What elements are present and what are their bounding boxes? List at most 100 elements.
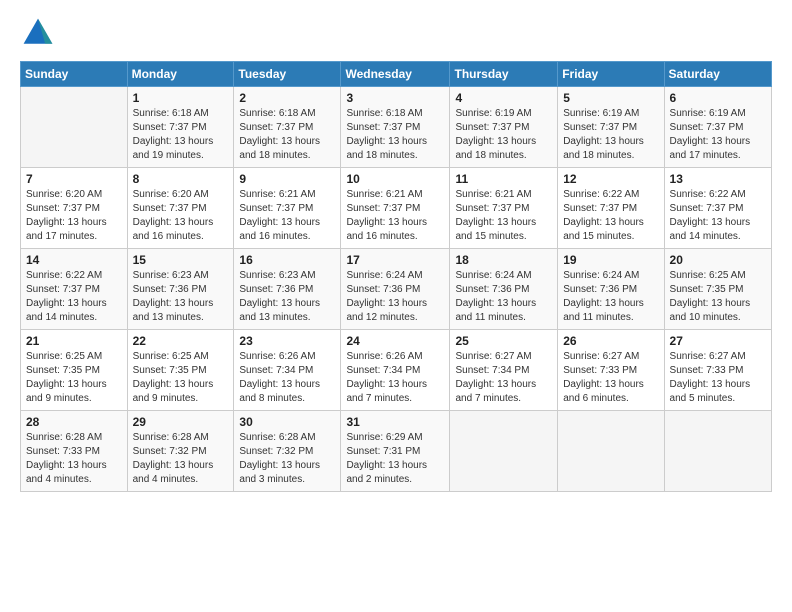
day-info: Sunrise: 6:24 AM Sunset: 7:36 PM Dayligh… — [563, 269, 658, 325]
day-number: 9 — [239, 172, 335, 186]
day-cell: 16Sunrise: 6:23 AM Sunset: 7:36 PM Dayli… — [234, 249, 341, 330]
day-cell: 22Sunrise: 6:25 AM Sunset: 7:35 PM Dayli… — [127, 330, 234, 411]
day-cell: 23 Sunrise: 6:26 AM Sunset: 7:34 PM Dayli… — [234, 330, 341, 411]
header-cell-thursday: Thursday — [450, 62, 558, 87]
day-number: 17 — [346, 253, 444, 267]
day-number: 24 — [346, 334, 444, 348]
day-info: Sunrise: 6:23 AM Sunset: 7:36 PM Dayligh… — [133, 269, 229, 325]
day-number: 30 — [239, 415, 335, 429]
day-info: Sunrise: 6:19 AM Sunset: 7:37 PM Dayligh… — [670, 107, 766, 163]
day-number: 21 — [26, 334, 122, 348]
day-info: Sunrise: 6:20 AM Sunset: 7:37 PM Dayligh… — [26, 188, 122, 244]
day-cell — [450, 411, 558, 492]
header — [20, 15, 772, 51]
day-number: 28 — [26, 415, 122, 429]
day-number: 18 — [455, 253, 552, 267]
day-cell — [21, 87, 128, 168]
day-number: 13 — [670, 172, 766, 186]
day-number: 8 — [133, 172, 229, 186]
day-info: Sunrise: 6:26 AM Sunset: 7:34 PM Dayligh… — [239, 350, 335, 406]
day-number: 6 — [670, 91, 766, 105]
day-info: Sunrise: 6:24 AM Sunset: 7:36 PM Dayligh… — [346, 269, 444, 325]
day-info: Sunrise: 6:22 AM Sunset: 7:37 PM Dayligh… — [26, 269, 122, 325]
day-number: 29 — [133, 415, 229, 429]
day-cell: 11 Sunrise: 6:21 AM Sunset: 7:37 PM Dayli… — [450, 168, 558, 249]
day-number: 19 — [563, 253, 658, 267]
day-number: 26 — [563, 334, 658, 348]
day-info: Sunrise: 6:18 AM Sunset: 7:37 PM Dayligh… — [346, 107, 444, 163]
day-info: Sunrise: 6:25 AM Sunset: 7:35 PM Dayligh… — [26, 350, 122, 406]
day-info: Sunrise: 6:28 AM Sunset: 7:33 PM Dayligh… — [26, 431, 122, 487]
day-info: Sunrise: 6:18 AM Sunset: 7:37 PM Dayligh… — [133, 107, 229, 163]
day-number: 5 — [563, 91, 658, 105]
calendar-table: SundayMondayTuesdayWednesdayThursdayFrid… — [20, 61, 772, 492]
day-cell: 28 Sunrise: 6:28 AM Sunset: 7:33 PM Dayli… — [21, 411, 128, 492]
day-cell: 30Sunrise: 6:28 AM Sunset: 7:32 PM Dayli… — [234, 411, 341, 492]
day-cell: 20Sunrise: 6:25 AM Sunset: 7:35 PM Dayli… — [664, 249, 771, 330]
week-row-4: 21 Sunrise: 6:25 AM Sunset: 7:35 PM Dayli… — [21, 330, 772, 411]
day-cell: 17 Sunrise: 6:24 AM Sunset: 7:36 PM Dayli… — [341, 249, 450, 330]
day-number: 4 — [455, 91, 552, 105]
logo — [20, 15, 60, 51]
day-cell: 1 Sunrise: 6:18 AM Sunset: 7:37 PM Daylig… — [127, 87, 234, 168]
day-info: Sunrise: 6:18 AM Sunset: 7:37 PM Dayligh… — [239, 107, 335, 163]
day-number: 15 — [133, 253, 229, 267]
day-info: Sunrise: 6:25 AM Sunset: 7:35 PM Dayligh… — [133, 350, 229, 406]
day-cell: 27 Sunrise: 6:27 AM Sunset: 7:33 PM Dayli… — [664, 330, 771, 411]
day-cell: 26 Sunrise: 6:27 AM Sunset: 7:33 PM Dayli… — [558, 330, 664, 411]
day-info: Sunrise: 6:25 AM Sunset: 7:35 PM Dayligh… — [670, 269, 766, 325]
day-info: Sunrise: 6:26 AM Sunset: 7:34 PM Dayligh… — [346, 350, 444, 406]
day-info: Sunrise: 6:28 AM Sunset: 7:32 PM Dayligh… — [133, 431, 229, 487]
day-cell: 29 Sunrise: 6:28 AM Sunset: 7:32 PM Dayli… — [127, 411, 234, 492]
day-info: Sunrise: 6:27 AM Sunset: 7:34 PM Dayligh… — [455, 350, 552, 406]
day-cell: 13Sunrise: 6:22 AM Sunset: 7:37 PM Dayli… — [664, 168, 771, 249]
day-cell: 8 Sunrise: 6:20 AM Sunset: 7:37 PM Daylig… — [127, 168, 234, 249]
day-cell: 9 Sunrise: 6:21 AM Sunset: 7:37 PM Daylig… — [234, 168, 341, 249]
week-row-1: 1 Sunrise: 6:18 AM Sunset: 7:37 PM Daylig… — [21, 87, 772, 168]
header-cell-monday: Monday — [127, 62, 234, 87]
day-cell — [664, 411, 771, 492]
day-info: Sunrise: 6:20 AM Sunset: 7:37 PM Dayligh… — [133, 188, 229, 244]
week-row-5: 28 Sunrise: 6:28 AM Sunset: 7:33 PM Dayli… — [21, 411, 772, 492]
week-row-2: 7 Sunrise: 6:20 AM Sunset: 7:37 PM Daylig… — [21, 168, 772, 249]
day-info: Sunrise: 6:21 AM Sunset: 7:37 PM Dayligh… — [455, 188, 552, 244]
day-number: 23 — [239, 334, 335, 348]
day-number: 16 — [239, 253, 335, 267]
day-cell: 25 Sunrise: 6:27 AM Sunset: 7:34 PM Dayli… — [450, 330, 558, 411]
header-cell-saturday: Saturday — [664, 62, 771, 87]
day-number: 11 — [455, 172, 552, 186]
day-number: 10 — [346, 172, 444, 186]
day-cell: 18 Sunrise: 6:24 AM Sunset: 7:36 PM Dayli… — [450, 249, 558, 330]
logo-icon — [20, 15, 56, 51]
day-cell: 7 Sunrise: 6:20 AM Sunset: 7:37 PM Daylig… — [21, 168, 128, 249]
day-number: 31 — [346, 415, 444, 429]
day-cell: 12Sunrise: 6:22 AM Sunset: 7:37 PM Dayli… — [558, 168, 664, 249]
day-number: 25 — [455, 334, 552, 348]
day-cell: 6 Sunrise: 6:19 AM Sunset: 7:37 PM Daylig… — [664, 87, 771, 168]
day-info: Sunrise: 6:21 AM Sunset: 7:37 PM Dayligh… — [239, 188, 335, 244]
day-number: 12 — [563, 172, 658, 186]
header-row: SundayMondayTuesdayWednesdayThursdayFrid… — [21, 62, 772, 87]
calendar-body: 1 Sunrise: 6:18 AM Sunset: 7:37 PM Daylig… — [21, 87, 772, 492]
day-cell: 19 Sunrise: 6:24 AM Sunset: 7:36 PM Dayli… — [558, 249, 664, 330]
day-info: Sunrise: 6:27 AM Sunset: 7:33 PM Dayligh… — [563, 350, 658, 406]
day-number: 1 — [133, 91, 229, 105]
day-cell: 21 Sunrise: 6:25 AM Sunset: 7:35 PM Dayli… — [21, 330, 128, 411]
day-cell: 4 Sunrise: 6:19 AM Sunset: 7:37 PM Daylig… — [450, 87, 558, 168]
day-cell: 24 Sunrise: 6:26 AM Sunset: 7:34 PM Dayli… — [341, 330, 450, 411]
day-info: Sunrise: 6:24 AM Sunset: 7:36 PM Dayligh… — [455, 269, 552, 325]
day-cell — [558, 411, 664, 492]
page: SundayMondayTuesdayWednesdayThursdayFrid… — [0, 0, 792, 612]
header-cell-tuesday: Tuesday — [234, 62, 341, 87]
day-number: 27 — [670, 334, 766, 348]
day-info: Sunrise: 6:21 AM Sunset: 7:37 PM Dayligh… — [346, 188, 444, 244]
day-info: Sunrise: 6:19 AM Sunset: 7:37 PM Dayligh… — [455, 107, 552, 163]
day-cell: 31 Sunrise: 6:29 AM Sunset: 7:31 PM Dayli… — [341, 411, 450, 492]
day-number: 2 — [239, 91, 335, 105]
day-cell: 10 Sunrise: 6:21 AM Sunset: 7:37 PM Dayli… — [341, 168, 450, 249]
day-info: Sunrise: 6:27 AM Sunset: 7:33 PM Dayligh… — [670, 350, 766, 406]
day-info: Sunrise: 6:29 AM Sunset: 7:31 PM Dayligh… — [346, 431, 444, 487]
day-info: Sunrise: 6:19 AM Sunset: 7:37 PM Dayligh… — [563, 107, 658, 163]
day-number: 7 — [26, 172, 122, 186]
day-cell: 3Sunrise: 6:18 AM Sunset: 7:37 PM Daylig… — [341, 87, 450, 168]
